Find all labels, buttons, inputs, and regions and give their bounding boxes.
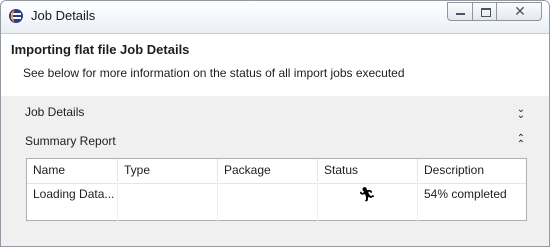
chevron-double-up-icon[interactable]: ⌃ ⌃ <box>516 134 526 150</box>
cell-name: Loading Data... <box>27 183 118 205</box>
close-icon: ✕ <box>514 3 526 19</box>
cell-description: 54% completed <box>424 187 507 201</box>
running-man-icon: 🏃︎ <box>358 186 376 202</box>
empty-cell <box>118 205 218 227</box>
column-header-description[interactable]: Description <box>418 159 526 182</box>
section-job-details-label[interactable]: Job Details <box>25 105 84 119</box>
section-summary-report-label[interactable]: Summary Report <box>25 134 116 148</box>
cell-package <box>218 183 318 205</box>
empty-cell <box>218 205 318 227</box>
table-header: Name Type Package Status Description <box>27 159 526 184</box>
window-title: Job Details <box>31 8 96 23</box>
eclipse-icon <box>9 9 23 23</box>
chevron-double-down-icon[interactable]: ⌄ ⌄ <box>516 105 526 121</box>
close-button[interactable]: ✕ <box>496 2 542 21</box>
column-header-package[interactable]: Package <box>218 159 318 182</box>
empty-cell <box>318 205 418 227</box>
column-header-name[interactable]: Name <box>27 159 118 182</box>
title-bar[interactable]: Job Details ✕ <box>1 1 549 33</box>
minimize-button[interactable] <box>447 2 473 21</box>
maximize-icon <box>481 8 491 17</box>
empty-cell <box>418 205 526 227</box>
maximize-button[interactable] <box>472 2 497 21</box>
table-empty-area <box>27 205 526 227</box>
cell-status: 🏃︎ <box>318 183 418 205</box>
dialog-header: Importing flat file Job Details See belo… <box>1 33 549 96</box>
header-description: See below for more information on the st… <box>23 66 405 80</box>
table-row[interactable]: Loading Data... 🏃︎ 54% completed <box>27 183 526 205</box>
cell-type <box>118 183 218 205</box>
column-header-status[interactable]: Status <box>318 159 418 182</box>
empty-cell <box>27 205 118 227</box>
job-details-window: Job Details ✕ Importing flat file Job De… <box>0 0 550 247</box>
column-header-type[interactable]: Type <box>118 159 218 182</box>
header-title: Importing flat file Job Details <box>11 42 190 57</box>
minimize-icon <box>456 13 465 15</box>
summary-report-table: Name Type Package Status Description Loa… <box>26 158 527 227</box>
